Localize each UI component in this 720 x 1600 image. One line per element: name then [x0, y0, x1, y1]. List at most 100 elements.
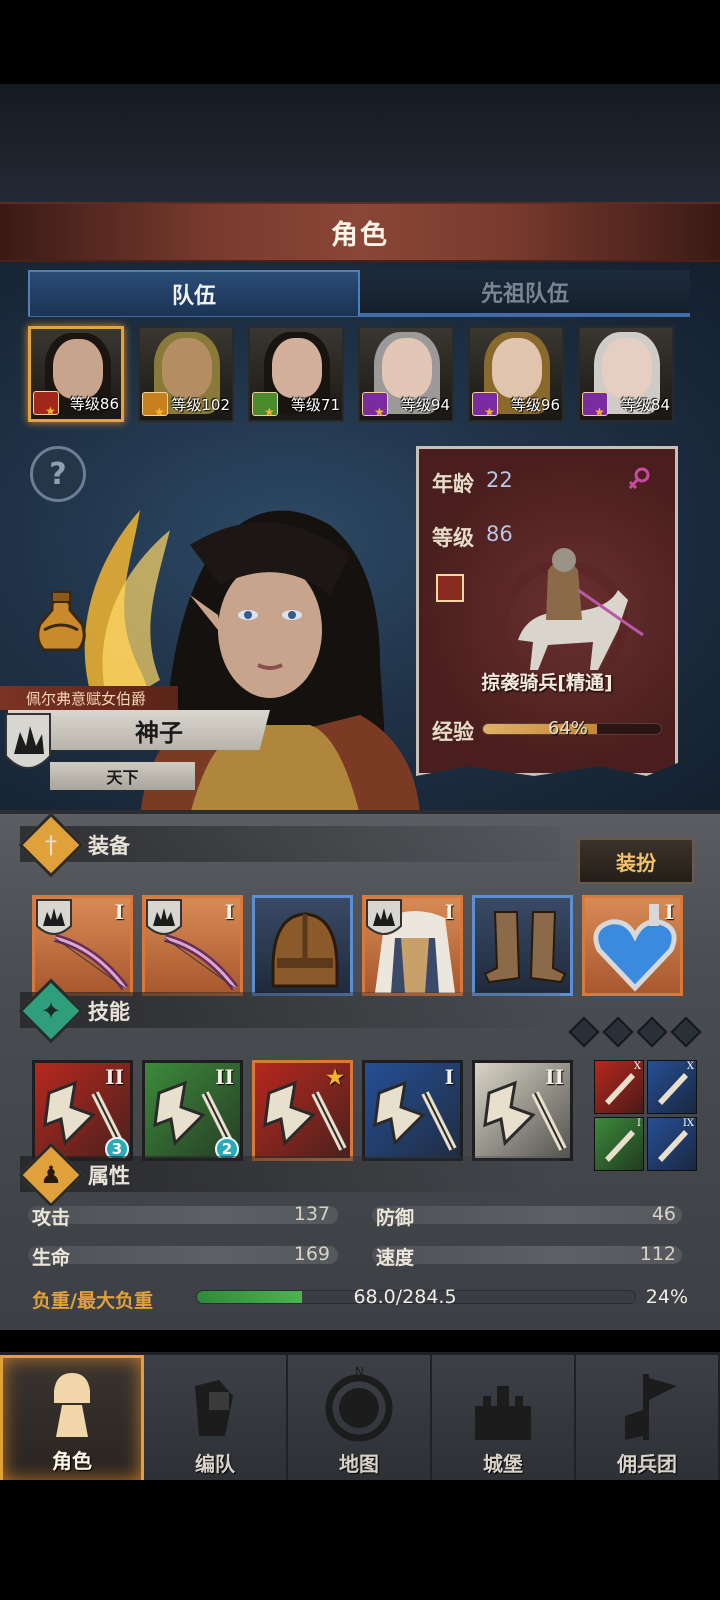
load-label: 负重/最大负重 — [32, 1290, 153, 1312]
hero-faction: 天下 — [50, 762, 195, 790]
roster-level: 等级71 — [290, 396, 340, 414]
nav-item-knight[interactable]: 角色 — [0, 1355, 144, 1483]
equip-slot-amulet[interactable]: I — [582, 895, 683, 996]
passive-skill-grid: X X I IX — [594, 1060, 697, 1171]
tab-ancestor-party[interactable]: 先祖队伍 — [360, 270, 690, 316]
star-icon: ★ — [264, 405, 275, 419]
nav-item-formation[interactable]: 编队 — [144, 1355, 288, 1483]
mercenary-banner-icon — [625, 1374, 677, 1440]
attributes-title: 属性 — [88, 1164, 130, 1188]
roster-level: 等级96 — [510, 396, 560, 414]
skill-slot[interactable]: II 2 — [142, 1060, 243, 1161]
roster-level: 等级102 — [171, 396, 230, 414]
skill-point-diamond — [636, 1016, 668, 1048]
exp-percent: 64% — [548, 718, 589, 739]
roster-level: 等级84 — [620, 396, 670, 414]
star-icon: ★ — [594, 405, 605, 419]
defense-label: 防御 — [376, 1207, 415, 1229]
system-nav-area — [0, 1480, 720, 1600]
castle-icon — [475, 1386, 531, 1440]
faction-shield-icon — [146, 899, 182, 935]
dress-up-button[interactable]: 装扮 — [578, 838, 694, 884]
roster-card[interactable]: ★ 等级94 — [358, 326, 454, 422]
skill-slot[interactable]: ★ — [252, 1060, 353, 1161]
equip-tier: I — [444, 900, 454, 924]
skills-title: 技能 — [88, 1000, 130, 1024]
equip-slot-boots[interactable] — [472, 895, 573, 996]
portrait-face — [382, 338, 432, 398]
skill-point-diamond — [670, 1016, 702, 1048]
portrait-face — [162, 338, 212, 398]
equip-slot-armor[interactable]: I — [362, 895, 463, 996]
skill-slot[interactable]: II — [472, 1060, 573, 1161]
star-icon: ★ — [484, 405, 495, 419]
roster-card[interactable]: ★ 等级102 — [138, 326, 234, 422]
speed-value: 112 — [639, 1243, 676, 1265]
portrait-face — [602, 338, 652, 398]
star-icon: ★ — [154, 405, 165, 419]
equipment-title: 装备 — [88, 834, 130, 858]
nav-label: 城堡 — [483, 1452, 523, 1476]
skill-point-diamond — [602, 1016, 634, 1048]
roster-card[interactable]: ★ 等级86 — [28, 326, 124, 422]
boots-icon — [483, 911, 567, 984]
skill-tier: II — [215, 1065, 234, 1089]
roster-card[interactable]: ★ 等级84 — [578, 326, 674, 422]
age-label: 年龄 — [432, 472, 474, 496]
equip-tier: I — [664, 900, 674, 924]
compass-map-icon: N — [325, 1366, 393, 1442]
nav-item-compass-map[interactable]: N 地图 — [288, 1355, 432, 1483]
load-value: 68.0/284.5 — [353, 1286, 457, 1308]
status-bar-area — [0, 0, 720, 84]
unit-name: 掠袭骑兵[精通] — [481, 672, 613, 694]
equip-slot-helmet[interactable] — [252, 895, 353, 996]
roster-level: 等级86 — [69, 395, 119, 413]
nav-item-mercenary-banner[interactable]: 佣兵团 — [576, 1355, 720, 1483]
nav-label: 编队 — [195, 1452, 235, 1476]
passive-tier: IX — [682, 1118, 694, 1129]
passive-skill-icon — [605, 1130, 635, 1162]
potion-icon[interactable] — [30, 590, 92, 656]
faction-shield-icon — [36, 899, 72, 935]
defense-value: 46 — [651, 1203, 676, 1225]
nav-item-castle[interactable]: 城堡 — [432, 1355, 576, 1483]
passive-tier: X — [686, 1061, 694, 1072]
load-bar-fill — [197, 1291, 303, 1303]
passive-tier: X — [633, 1061, 641, 1072]
tab-party[interactable]: 队伍 — [28, 270, 360, 316]
passive-skill[interactable]: IX — [647, 1117, 697, 1171]
portrait-face — [492, 338, 542, 398]
page-header: 角色 — [0, 202, 720, 262]
portrait-face — [53, 339, 103, 399]
equip-tier: I — [114, 900, 124, 924]
passive-skill[interactable]: X — [647, 1060, 697, 1114]
bottom-nav: 角色 编队 N 地图 城堡 佣兵团 — [0, 1352, 720, 1483]
female-icon — [628, 467, 650, 490]
svg-text:N: N — [355, 1366, 364, 1379]
exp-label: 经验 — [432, 720, 474, 744]
roster-card[interactable]: ★ 等级96 — [468, 326, 564, 422]
roster-level: 等级94 — [400, 396, 450, 414]
attack-label: 攻击 — [32, 1207, 71, 1229]
skill-tier: II — [105, 1065, 124, 1089]
skill-tier: I — [444, 1065, 454, 1089]
attack-value: 137 — [293, 1203, 330, 1225]
formation-icon — [195, 1380, 233, 1436]
skill-tier: ★ — [326, 1065, 344, 1089]
page-title: 角色 — [331, 219, 389, 251]
skill-point-diamond — [568, 1016, 600, 1048]
star-icon: ★ — [374, 405, 385, 419]
level-label: 等级 — [432, 526, 474, 550]
nav-label: 地图 — [339, 1452, 379, 1476]
roster-card[interactable]: ★ 等级71 — [248, 326, 344, 422]
speed-label: 速度 — [376, 1247, 415, 1269]
skill-slot[interactable]: I — [362, 1060, 463, 1161]
hp-label: 生命 — [32, 1247, 71, 1269]
hp-value: 169 — [293, 1243, 330, 1265]
skill-tier: II — [545, 1065, 564, 1089]
passive-skill[interactable]: I — [594, 1117, 644, 1171]
hero-title: 佩尔弗意赋女伯爵 — [0, 686, 178, 710]
faction-shield-icon — [366, 899, 402, 935]
equip-slot-bow-2[interactable]: I — [142, 895, 243, 996]
passive-skill[interactable]: X — [594, 1060, 644, 1114]
